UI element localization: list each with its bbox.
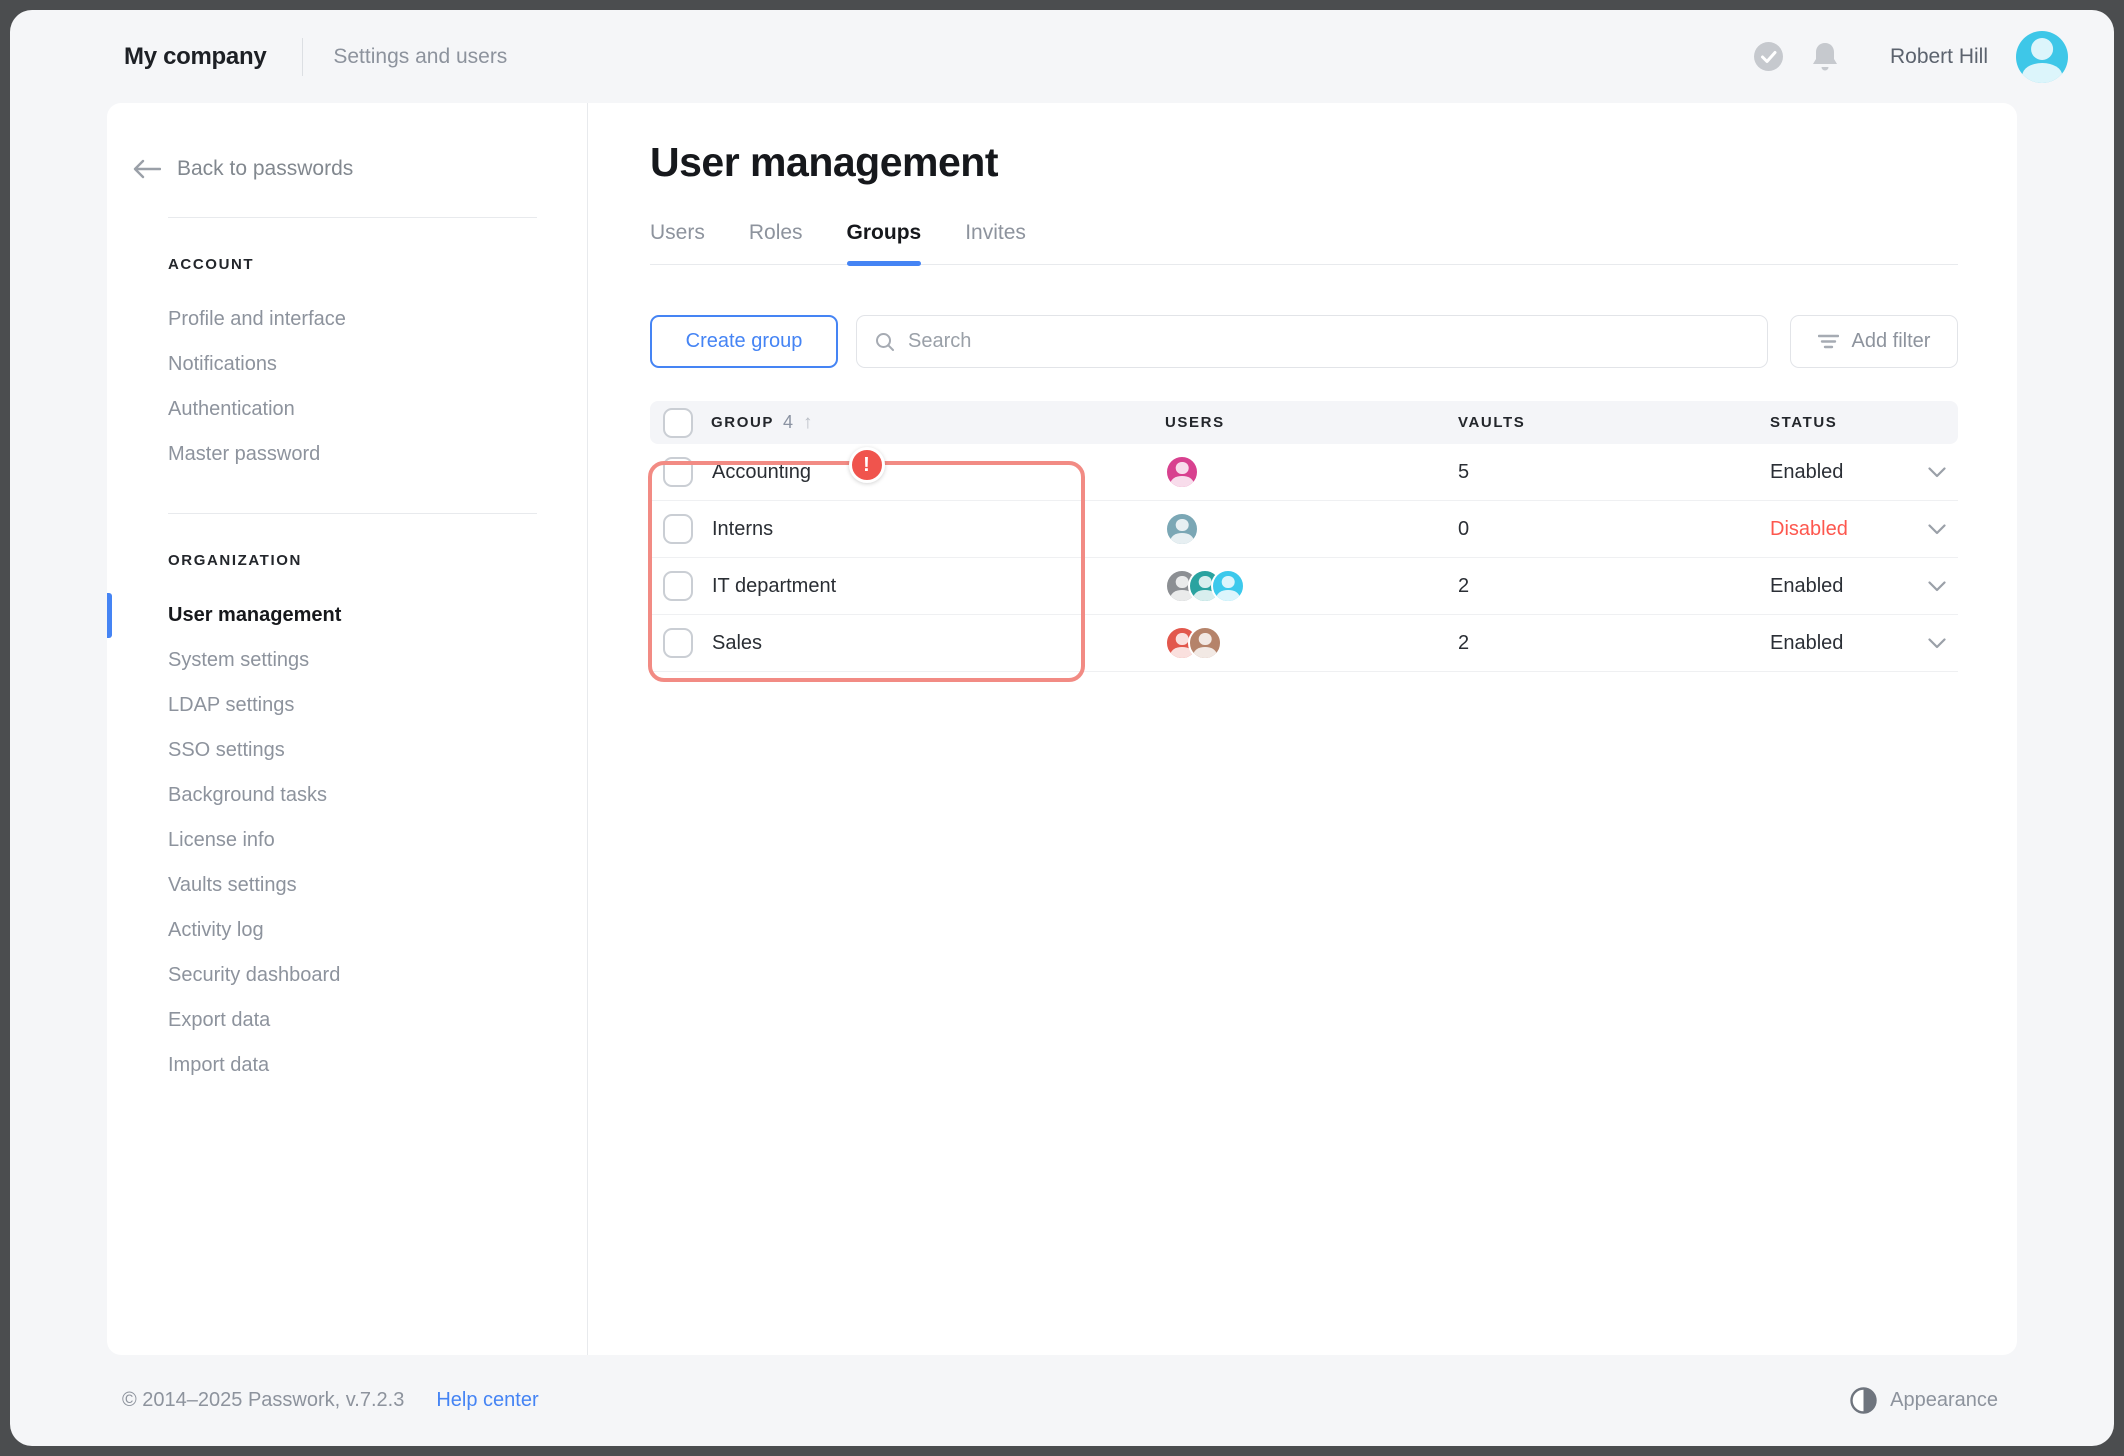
- add-filter-label: Add filter: [1852, 330, 1931, 353]
- group-name[interactable]: Interns: [712, 518, 773, 541]
- table-row: Accounting 5 Enabled: [650, 444, 1958, 501]
- sidebar-item-vaults-settings[interactable]: Vaults settings: [168, 863, 587, 908]
- create-group-button[interactable]: Create group: [650, 315, 838, 368]
- group-name[interactable]: Sales: [712, 632, 762, 655]
- check-circle-icon[interactable]: [1754, 42, 1783, 71]
- column-header-group[interactable]: GROUP: [711, 414, 774, 431]
- sidebar-item-security-dashboard[interactable]: Security dashboard: [168, 953, 587, 998]
- vaults-count: 2: [1458, 575, 1770, 598]
- status-label: Enabled: [1770, 461, 1843, 484]
- copyright-text: © 2014–2025 Passwork, v.7.2.3: [122, 1389, 404, 1412]
- footer: © 2014–2025 Passwork, v.7.2.3 Help cente…: [10, 1355, 2114, 1446]
- sidebar-item-master-password[interactable]: Master password: [168, 432, 587, 477]
- status-label: Enabled: [1770, 575, 1843, 598]
- topbar-divider: [302, 38, 303, 76]
- tab-groups[interactable]: Groups: [847, 221, 922, 264]
- search-icon: [875, 332, 895, 352]
- column-header-vaults: VAULTS: [1458, 414, 1770, 431]
- row-checkbox[interactable]: [663, 571, 693, 601]
- tabs: Users Roles Groups Invites: [650, 221, 1958, 265]
- sidebar-organization-list: User management System settings LDAP set…: [168, 593, 587, 1088]
- chevron-down-icon[interactable]: [1928, 581, 1946, 592]
- user-avatar[interactable]: [2016, 31, 2068, 83]
- vaults-count: 5: [1458, 461, 1770, 484]
- column-header-status: STATUS: [1770, 414, 1958, 431]
- topbar: My company Settings and users Robert Hil…: [10, 10, 2114, 103]
- page-title: User management: [650, 139, 1958, 186]
- active-indicator-bar: [107, 593, 112, 638]
- table-row: Sales 2 Enabled: [650, 615, 1958, 672]
- table-row: IT department 2 Enabled: [650, 558, 1958, 615]
- sidebar-item-license-info[interactable]: License info: [168, 818, 587, 863]
- sidebar-item-export-data[interactable]: Export data: [168, 998, 587, 1043]
- topbar-section-label: Settings and users: [333, 45, 507, 69]
- arrow-left-icon: [133, 159, 161, 179]
- filter-icon: [1818, 334, 1839, 349]
- back-label: Back to passwords: [177, 157, 353, 181]
- row-checkbox[interactable]: [663, 457, 693, 487]
- member-avatar: [1188, 626, 1222, 660]
- sidebar-item-profile-and-interface[interactable]: Profile and interface: [168, 297, 587, 342]
- vaults-count: 2: [1458, 632, 1770, 655]
- row-checkbox[interactable]: [663, 628, 693, 658]
- group-name[interactable]: IT department: [712, 575, 836, 598]
- table-row: Interns 0 Disabled: [650, 501, 1958, 558]
- back-to-passwords-link[interactable]: Back to passwords: [133, 157, 587, 181]
- groups-table: GROUP 4 ↑ USERS VAULTS STATUS Accounting: [650, 401, 1958, 672]
- tab-roles[interactable]: Roles: [749, 221, 803, 264]
- chevron-down-icon[interactable]: [1928, 524, 1946, 535]
- company-name: My company: [124, 43, 266, 71]
- sidebar-item-authentication[interactable]: Authentication: [168, 387, 587, 432]
- sort-arrow-up-icon[interactable]: ↑: [803, 412, 813, 434]
- sidebar-item-system-settings[interactable]: System settings: [168, 638, 587, 683]
- member-avatar: [1165, 455, 1199, 489]
- sidebar-item-label: User management: [168, 604, 341, 627]
- row-checkbox[interactable]: [663, 514, 693, 544]
- column-header-users: USERS: [1165, 414, 1458, 431]
- sidebar-item-activity-log[interactable]: Activity log: [168, 908, 587, 953]
- sidebar-item-user-management[interactable]: User management: [168, 593, 587, 638]
- member-avatar: [1211, 569, 1245, 603]
- tab-users[interactable]: Users: [650, 221, 705, 264]
- sidebar-account-list: Profile and interface Notifications Auth…: [168, 297, 587, 477]
- table-header-row: GROUP 4 ↑ USERS VAULTS STATUS: [650, 401, 1958, 444]
- chevron-down-icon[interactable]: [1928, 467, 1946, 478]
- appearance-label: Appearance: [1890, 1389, 1998, 1412]
- bell-icon[interactable]: [1783, 41, 1840, 73]
- sidebar-item-background-tasks[interactable]: Background tasks: [168, 773, 587, 818]
- sidebar-section-organization: ORGANIZATION: [168, 552, 587, 569]
- group-name[interactable]: Accounting: [712, 461, 811, 484]
- select-all-checkbox[interactable]: [663, 408, 693, 438]
- tab-invites[interactable]: Invites: [965, 221, 1026, 264]
- search-box: [856, 315, 1768, 368]
- toolbar: Create group Add filter: [650, 315, 1958, 368]
- chevron-down-icon[interactable]: [1928, 638, 1946, 649]
- appearance-half-circle-icon: [1850, 1387, 1877, 1414]
- sidebar-divider: [168, 513, 537, 514]
- user-name[interactable]: Robert Hill: [1890, 45, 1988, 69]
- help-center-link[interactable]: Help center: [436, 1389, 538, 1412]
- app-window: My company Settings and users Robert Hil…: [10, 10, 2114, 1446]
- sidebar-item-sso-settings[interactable]: SSO settings: [168, 728, 587, 773]
- group-count: 4: [783, 412, 793, 433]
- vaults-count: 0: [1458, 518, 1770, 541]
- status-label: Enabled: [1770, 632, 1843, 655]
- sidebar-item-ldap-settings[interactable]: LDAP settings: [168, 683, 587, 728]
- search-input[interactable]: [908, 330, 1749, 353]
- add-filter-button[interactable]: Add filter: [1790, 315, 1958, 368]
- sidebar-item-notifications[interactable]: Notifications: [168, 342, 587, 387]
- status-label: Disabled: [1770, 518, 1848, 541]
- appearance-toggle[interactable]: Appearance: [1850, 1387, 1998, 1414]
- member-avatar: [1165, 512, 1199, 546]
- sidebar-section-account: ACCOUNT: [168, 256, 587, 273]
- content-card: Back to passwords ACCOUNT Profile and in…: [107, 103, 2017, 1355]
- sidebar-divider: [168, 217, 537, 218]
- main-panel: User management Users Roles Groups Invit…: [588, 103, 2017, 1355]
- sidebar: Back to passwords ACCOUNT Profile and in…: [107, 103, 588, 1355]
- sidebar-item-import-data[interactable]: Import data: [168, 1043, 587, 1088]
